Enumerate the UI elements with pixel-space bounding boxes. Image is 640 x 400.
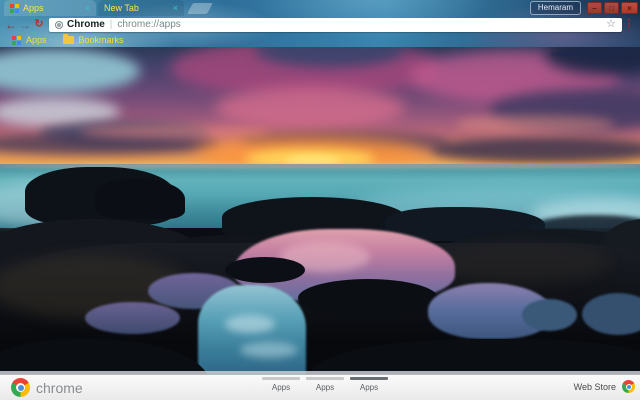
rock-highlight bbox=[430, 243, 610, 283]
page-indicator-bar bbox=[262, 377, 300, 380]
foam bbox=[225, 315, 275, 333]
url-text: chrome://apps bbox=[117, 19, 181, 30]
cloud-blob bbox=[455, 115, 615, 133]
tab-strip: Apps × New Tab × bbox=[0, 0, 540, 16]
tab-close-icon[interactable]: × bbox=[85, 3, 90, 13]
tab-label: Apps bbox=[23, 3, 44, 13]
forward-button[interactable]: → bbox=[18, 19, 32, 31]
sunset-sky bbox=[0, 47, 640, 171]
bookmark-label: Bookmarks bbox=[78, 35, 124, 45]
omnibox-separator: | bbox=[109, 19, 113, 30]
address-bar[interactable]: Chrome | chrome://apps ☆ bbox=[49, 17, 622, 32]
page-indicator-label: Apps bbox=[315, 383, 335, 392]
site-label: Chrome bbox=[67, 19, 105, 30]
tab-close-icon[interactable]: × bbox=[173, 3, 178, 13]
foam bbox=[240, 342, 298, 358]
launcher-bar: chrome Apps Apps Apps Web Store bbox=[0, 374, 640, 400]
cloud-blob bbox=[430, 137, 640, 163]
web-store-icon bbox=[622, 380, 635, 393]
close-button[interactable]: × bbox=[621, 2, 638, 14]
chrome-brand: chrome bbox=[11, 378, 83, 397]
apps-grid-icon bbox=[10, 3, 19, 13]
chrome-page-icon bbox=[55, 20, 63, 29]
page-indicator-label: Apps bbox=[271, 383, 291, 392]
menu-icon[interactable]: ⋮ bbox=[622, 19, 636, 30]
page-indicator-1[interactable]: Apps bbox=[262, 377, 300, 392]
bookmark-star-icon[interactable]: ☆ bbox=[606, 19, 616, 30]
tide-pool bbox=[522, 299, 577, 331]
reload-button[interactable]: ↻ bbox=[32, 19, 46, 30]
restore-button[interactable]: □ bbox=[604, 2, 619, 14]
page-indicators: Apps Apps Apps bbox=[262, 377, 388, 392]
new-tab-button[interactable] bbox=[187, 3, 213, 14]
tab-new-tab[interactable]: New Tab × bbox=[98, 0, 184, 16]
cloud-blob bbox=[215, 87, 405, 129]
email-watermark: srabinraj87@gmail.com bbox=[551, 51, 625, 58]
web-store-link[interactable]: Web Store bbox=[574, 380, 635, 393]
minimize-button[interactable]: – bbox=[587, 2, 602, 14]
web-store-label: Web Store bbox=[573, 381, 616, 392]
folder-icon bbox=[62, 34, 74, 44]
chrome-logo-text: chrome bbox=[36, 379, 83, 396]
chrome-logo-icon bbox=[11, 378, 30, 397]
rock-blob bbox=[95, 179, 185, 219]
tab-label: New Tab bbox=[104, 3, 139, 13]
profile-button[interactable]: Hemaram bbox=[529, 1, 581, 15]
bookmark-label: Apps bbox=[26, 35, 47, 45]
toolbar: ← → ↻ Chrome | chrome://apps ☆ ⋮ bbox=[0, 16, 640, 33]
page-indicator-label: Apps bbox=[359, 383, 379, 392]
tab-apps[interactable]: Apps × bbox=[4, 0, 96, 16]
page-indicator-3[interactable]: Apps bbox=[350, 377, 388, 392]
rock-blob bbox=[298, 279, 438, 317]
apps-grid-icon bbox=[12, 35, 21, 45]
bookmarks-bar: Apps Bookmarks bbox=[0, 33, 640, 47]
window-controls: Hemaram – □ × bbox=[529, 1, 638, 15]
page-indicator-bar bbox=[306, 377, 344, 380]
cloud-blob bbox=[80, 125, 270, 139]
rock-blob bbox=[225, 257, 305, 283]
cloud-blob bbox=[0, 49, 140, 93]
bookmark-item-bookmarks[interactable]: Bookmarks bbox=[62, 34, 124, 45]
tide-pool bbox=[85, 302, 180, 334]
back-button[interactable]: ← bbox=[4, 19, 18, 31]
browser-window: Apps × New Tab × Hemaram – □ × ← → ↻ Chr… bbox=[0, 0, 640, 400]
page-indicator-bar bbox=[350, 377, 388, 380]
theme-wallpaper: srabinraj87@gmail.com bbox=[0, 47, 640, 374]
bookmark-item-apps[interactable]: Apps bbox=[12, 35, 47, 45]
browser-chrome-area: Apps × New Tab × Hemaram – □ × ← → ↻ Chr… bbox=[0, 0, 640, 47]
page-indicator-2[interactable]: Apps bbox=[306, 377, 344, 392]
